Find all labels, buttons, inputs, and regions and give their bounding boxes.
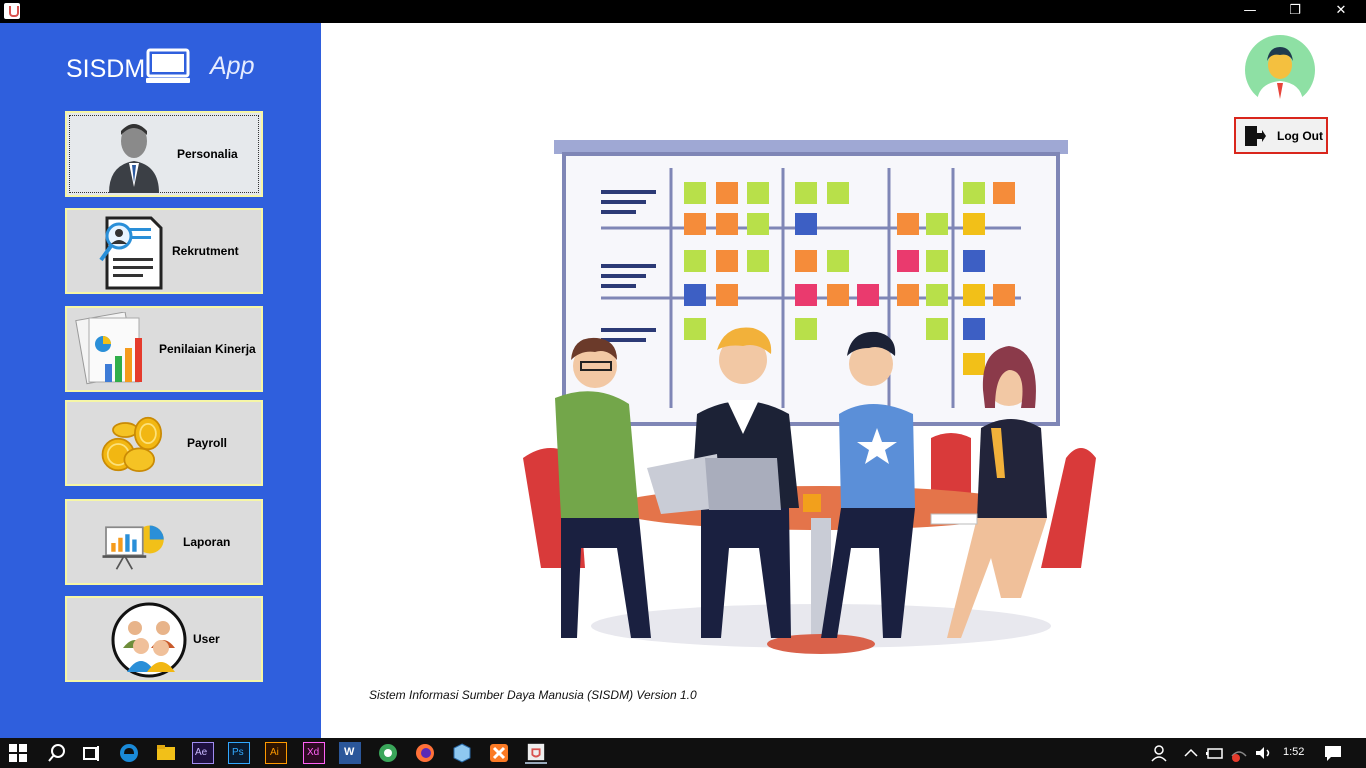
personalia-button[interactable]: Personalia xyxy=(65,111,263,197)
xd-icon[interactable]: Xd xyxy=(303,742,325,764)
laporan-button[interactable]: Laporan xyxy=(65,499,263,585)
laporan-label: Laporan xyxy=(183,535,231,549)
java-icon[interactable] xyxy=(525,742,547,764)
taskbar: Ae Ps Ai Xd W 1:52 xyxy=(0,738,1366,768)
team-meeting-illustration xyxy=(523,140,1096,654)
user-button[interactable]: User xyxy=(65,596,263,682)
photoshop-icon[interactable]: Ps xyxy=(228,742,250,764)
logout-label: Log Out xyxy=(1277,129,1323,143)
logo-app-text: App xyxy=(210,52,255,80)
virtualbox-icon[interactable] xyxy=(451,742,473,764)
user-label: User xyxy=(193,632,220,646)
edge-icon[interactable] xyxy=(118,742,140,764)
task-view-icon[interactable] xyxy=(80,742,102,764)
xd-label: Xd xyxy=(307,747,320,758)
file-explorer-icon[interactable] xyxy=(155,742,177,764)
after-effects-icon[interactable]: Ae xyxy=(192,742,214,764)
resume-search-icon xyxy=(99,216,163,290)
logout-button[interactable]: Log Out xyxy=(1234,117,1328,154)
main-content: Log Out Sistem Informasi Sumber Daya Man… xyxy=(321,23,1366,738)
app-icon[interactable] xyxy=(377,742,399,764)
firefox-icon[interactable] xyxy=(414,742,436,764)
title-bar: — ❐ ✕ xyxy=(0,0,1366,23)
user-group-icon xyxy=(111,602,187,678)
logo-text: SISDM xyxy=(66,55,146,83)
illustrator-icon[interactable]: Ai xyxy=(265,742,287,764)
java-app-icon xyxy=(4,3,20,19)
user-avatar-icon xyxy=(1245,35,1315,105)
penilaian-kinerja-button[interactable]: Penilaian Kinerja xyxy=(65,306,263,392)
restore-button[interactable]: ❐ xyxy=(1272,0,1318,23)
windows-start-icon[interactable] xyxy=(8,743,28,763)
clock[interactable]: 1:52 xyxy=(1283,746,1304,758)
sidebar: SISDM App Personalia Rekrutment Penilaia… xyxy=(0,23,321,738)
close-button[interactable]: ✕ xyxy=(1318,0,1364,23)
bar-chart-report-icon xyxy=(75,312,142,385)
word-icon[interactable]: W xyxy=(339,742,361,764)
chevron-up-icon[interactable] xyxy=(1180,742,1202,764)
monitor-icon xyxy=(146,48,190,83)
penilaian-kinerja-label: Penilaian Kinerja xyxy=(159,342,256,356)
word-label: W xyxy=(344,746,355,758)
version-text: Sistem Informasi Sumber Daya Manusia (SI… xyxy=(369,688,697,702)
gold-coins-icon xyxy=(101,416,162,472)
rekrutment-label: Rekrutment xyxy=(172,244,239,258)
people-icon[interactable] xyxy=(1150,742,1172,764)
payroll-button[interactable]: Payroll xyxy=(65,400,263,486)
network-disconnected-icon[interactable] xyxy=(1228,742,1250,764)
volume-icon[interactable] xyxy=(1252,742,1274,764)
rekrutment-button[interactable]: Rekrutment xyxy=(65,208,263,294)
xampp-icon[interactable] xyxy=(488,742,510,764)
personalia-label: Personalia xyxy=(177,147,238,161)
payroll-label: Payroll xyxy=(187,436,228,450)
businessman-icon xyxy=(109,124,159,193)
photoshop-label: Ps xyxy=(232,747,244,758)
presentation-board-icon xyxy=(102,525,164,570)
search-icon[interactable] xyxy=(46,742,68,764)
notifications-icon[interactable] xyxy=(1322,742,1344,764)
minimize-button[interactable]: — xyxy=(1227,0,1273,23)
battery-icon[interactable] xyxy=(1204,742,1226,764)
app-logo: SISDM App xyxy=(66,45,266,91)
after-effects-label: Ae xyxy=(195,747,208,758)
exit-door-icon xyxy=(1245,126,1266,146)
illustrator-label: Ai xyxy=(270,747,279,758)
